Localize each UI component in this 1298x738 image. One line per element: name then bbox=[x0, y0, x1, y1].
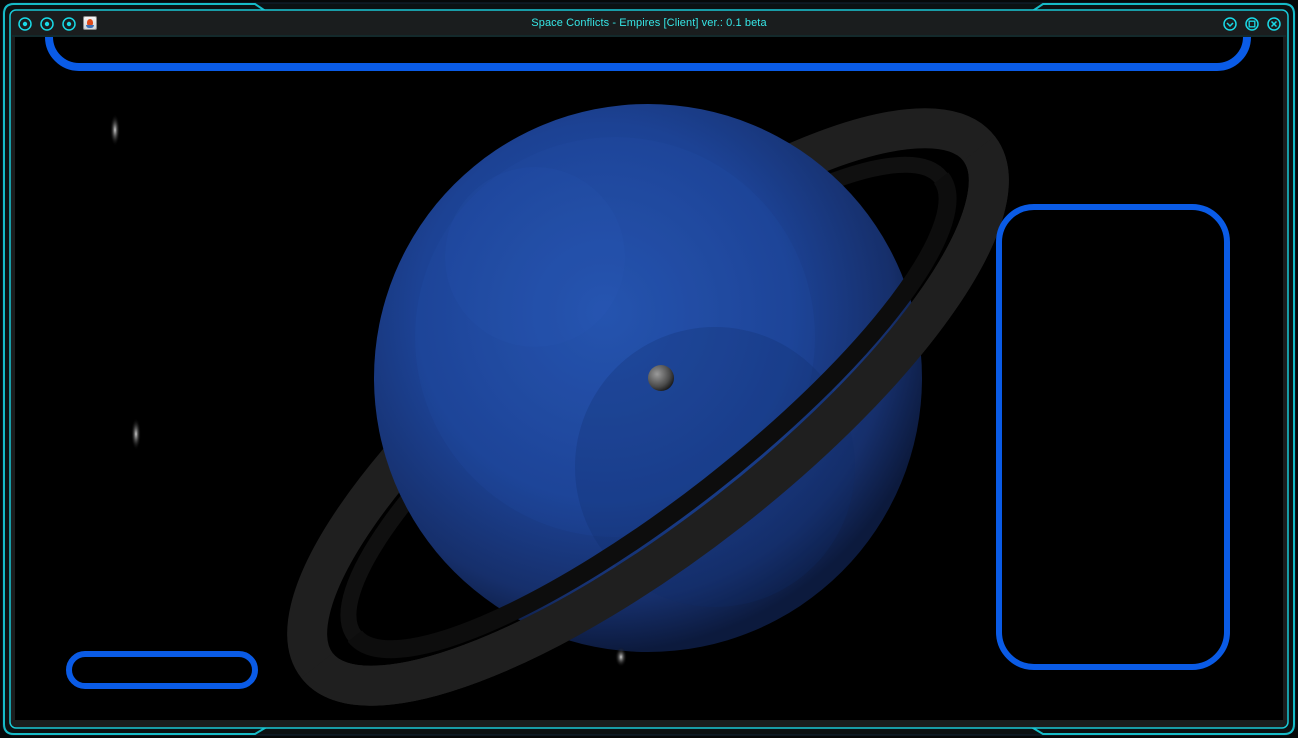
maximize-square-icon[interactable] bbox=[1244, 16, 1260, 32]
distant-object bbox=[131, 418, 141, 450]
bottom-left-hud-panel[interactable] bbox=[66, 651, 258, 689]
window-title: Space Conflicts - Empires [Client] ver.:… bbox=[531, 17, 767, 29]
game-viewport[interactable] bbox=[15, 37, 1283, 720]
distant-object bbox=[110, 114, 120, 146]
title-bar[interactable]: Space Conflicts - Empires [Client] ver.:… bbox=[12, 11, 1286, 37]
close-x-icon[interactable] bbox=[1266, 16, 1282, 32]
distant-object bbox=[615, 647, 627, 667]
top-hud-panel[interactable] bbox=[45, 37, 1251, 71]
small-moon bbox=[648, 365, 674, 391]
right-hud-panel[interactable] bbox=[996, 204, 1230, 670]
minimize-chevron-icon[interactable] bbox=[1222, 16, 1238, 32]
